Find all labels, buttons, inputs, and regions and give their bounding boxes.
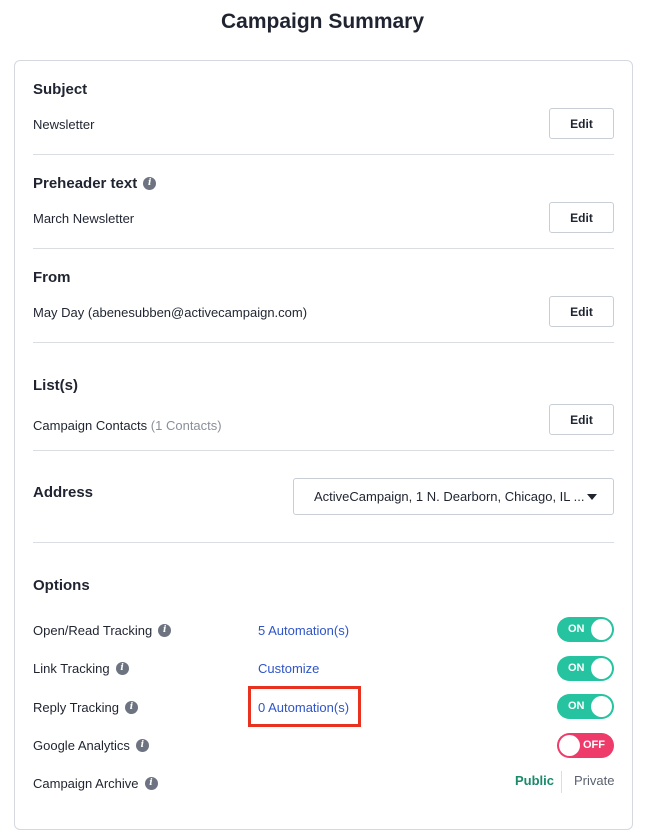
preheader-title-row: Preheader text i	[33, 175, 157, 192]
google-analytics-toggle[interactable]: OFF	[557, 733, 614, 758]
campaign-archive-label: Campaign Archive	[33, 776, 139, 791]
chevron-down-icon	[587, 494, 597, 500]
info-icon[interactable]: i	[124, 701, 138, 714]
open-read-automations-link[interactable]: 5 Automation(s)	[258, 623, 349, 638]
from-title: From	[33, 269, 71, 286]
reply-tracking-toggle[interactable]: ON	[557, 694, 614, 719]
toggle-knob	[591, 696, 612, 717]
lists-value-row: Campaign Contacts (1 Contacts)	[33, 418, 222, 433]
toggle-label: ON	[568, 662, 585, 674]
divider	[33, 450, 614, 451]
toggle-knob	[591, 658, 612, 679]
divider	[33, 248, 614, 249]
open-read-tracking-toggle[interactable]: ON	[557, 617, 614, 642]
subject-title: Subject	[33, 81, 88, 98]
preheader-edit-button[interactable]: Edit	[549, 202, 614, 233]
link-tracking-customize-link[interactable]: Customize	[258, 661, 319, 676]
info-icon[interactable]: i	[135, 739, 149, 752]
address-select[interactable]: ActiveCampaign, 1 N. Dearborn, Chicago, …	[293, 478, 614, 515]
open-read-tracking-label-row: Open/Read Tracking i	[33, 623, 172, 638]
subject-value: Newsletter	[33, 117, 95, 132]
options-title: Options	[33, 577, 90, 594]
lists-edit-button[interactable]: Edit	[549, 404, 614, 435]
subject-edit-button[interactable]: Edit	[549, 108, 614, 139]
from-value: May Day (abenesubben@activecampaign.com)	[33, 305, 308, 320]
from-edit-button[interactable]: Edit	[549, 296, 614, 327]
link-tracking-toggle[interactable]: ON	[557, 656, 614, 681]
address-selected-value: ActiveCampaign, 1 N. Dearborn, Chicago, …	[314, 489, 585, 504]
google-analytics-label: Google Analytics	[33, 738, 130, 753]
highlight-box	[248, 686, 361, 727]
info-icon[interactable]: i	[143, 177, 157, 190]
archive-private-option[interactable]: Private	[574, 773, 614, 788]
toggle-knob	[559, 735, 580, 756]
link-tracking-label-row: Link Tracking i	[33, 661, 129, 676]
campaign-archive-label-row: Campaign Archive i	[33, 776, 158, 791]
toggle-label: ON	[568, 700, 585, 712]
toggle-knob	[591, 619, 612, 640]
archive-public-option[interactable]: Public	[515, 773, 554, 788]
toggle-label: ON	[568, 623, 585, 635]
google-analytics-label-row: Google Analytics i	[33, 738, 149, 753]
lists-count: (1 Contacts)	[150, 418, 222, 433]
reply-tracking-label-row: Reply Tracking i	[33, 700, 138, 715]
preheader-title: Preheader text	[33, 175, 138, 192]
divider	[33, 342, 614, 343]
link-tracking-label: Link Tracking	[33, 661, 110, 676]
open-read-tracking-label: Open/Read Tracking	[33, 623, 153, 638]
divider	[33, 154, 614, 155]
reply-tracking-label: Reply Tracking	[33, 700, 119, 715]
lists-value: Campaign Contacts	[33, 418, 148, 433]
address-title: Address	[33, 484, 94, 501]
lists-title: List(s)	[33, 377, 78, 394]
preheader-value: March Newsletter	[33, 211, 135, 226]
info-icon[interactable]: i	[115, 662, 129, 675]
info-icon[interactable]: i	[144, 777, 158, 790]
toggle-label: OFF	[583, 739, 605, 751]
segment-divider	[561, 771, 562, 793]
divider	[33, 542, 614, 543]
page-title: Campaign Summary	[220, 10, 425, 33]
info-icon[interactable]: i	[158, 624, 172, 637]
